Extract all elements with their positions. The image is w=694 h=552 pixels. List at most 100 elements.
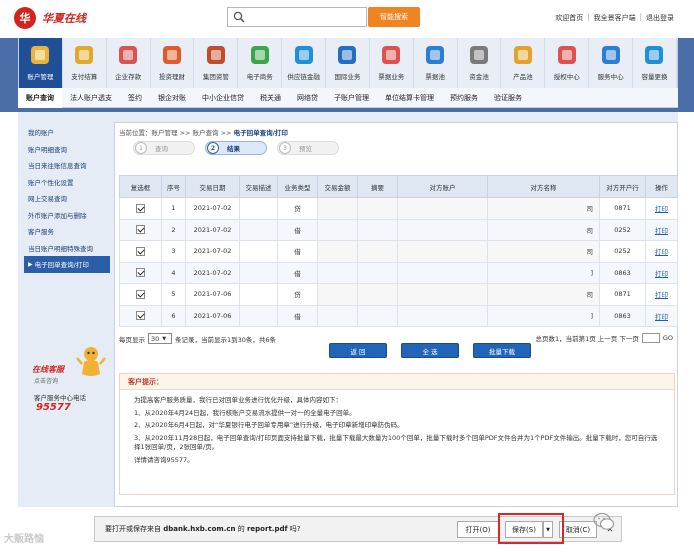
page-number-input[interactable] (641, 333, 660, 343)
top-link-home[interactable]: 欢迎首页 (555, 13, 583, 23)
subnav-item-8[interactable]: 单位结算卡管理 (377, 88, 442, 108)
sidebar-item-8[interactable]: ▶ 电子回单查询/打印 (24, 256, 110, 273)
print-link[interactable]: 打印 (655, 313, 668, 321)
pager-right: 总页数1，当前第1页 上一页 下一页 GO (535, 333, 673, 343)
tip-line: 3、从2020年11月28日起，电子回单查询/打印页面支持批量下载，批量下载最大… (134, 433, 658, 452)
row-counterparty-name: 司 (487, 218, 600, 241)
nav-item-9[interactable]: 票据池 (414, 38, 458, 88)
table-header-row: 复选框 序号 交易日期 交易描述 业务类型 交易金额 摘要 对方账户 对方名称 对方开户行 操作 (119, 175, 678, 198)
sidebar-item-label: 账户个性化设置 (28, 178, 74, 187)
tip-line: 详情请咨询95577。 (134, 455, 194, 464)
row-date: 2021-07-06 (185, 283, 240, 306)
row-description (239, 261, 278, 284)
back-button[interactable]: 返 回 (329, 343, 387, 358)
smart-search-button[interactable]: 智能搜索 (368, 7, 420, 27)
nav-icon (511, 43, 535, 67)
nav-item-14[interactable]: 容量更换 (633, 38, 677, 88)
print-link[interactable]: 打印 (655, 205, 668, 213)
open-button[interactable]: 打开(O) (457, 521, 499, 538)
nav-item-13[interactable]: 服务中心 (589, 38, 634, 88)
row-seq: 5 (161, 283, 186, 306)
top-link-logout[interactable]: 退出登录 (646, 13, 674, 23)
download-prompt: 要打开或保存来自 dbank.hxb.com.cn 的 report.pdf 吗… (105, 524, 300, 534)
subnav-item-2[interactable]: 签约 (120, 88, 150, 108)
print-link[interactable]: 打印 (655, 291, 668, 299)
print-link[interactable]: 打印 (655, 248, 668, 256)
print-link[interactable]: 打印 (655, 227, 668, 235)
sidebar-item-1[interactable]: 账户明细查询 (24, 141, 110, 158)
sidebar-item-7[interactable]: 当日账户明细特殊查询 (24, 240, 110, 257)
search-icon (233, 11, 245, 23)
tip-line: 为提高客户服务质量，我行已对回单业务进行优化升级，具体内容如下： (134, 396, 342, 404)
row-checkbox[interactable] (136, 268, 145, 278)
content-panel: 当前位置：账户管理 >> 账户查询 >> 电子回单查询/打印 1 查询 2 结果 3 预览… (114, 122, 678, 507)
nav-item-10[interactable]: 资金池 (458, 38, 502, 88)
subnav-item-6[interactable]: 网络贷 (289, 88, 326, 108)
row-checkbox[interactable] (136, 203, 145, 213)
help-subtitle[interactable]: 点击咨询 (34, 376, 58, 385)
cancel-button[interactable]: 取消(C) (559, 521, 597, 538)
subnav-item-3[interactable]: 银企对账 (150, 88, 194, 108)
nav-item-7[interactable]: 国际业务 (326, 38, 370, 88)
subnav-item-10[interactable]: 验证服务 (486, 88, 530, 108)
row-counterparty-account (397, 240, 488, 263)
column-header: 交易日期 (185, 175, 240, 198)
help-title[interactable]: 在线客服 (32, 364, 64, 375)
select-all-button[interactable]: 全 选 (401, 343, 459, 358)
sidebar-item-6[interactable]: 客户服务 (24, 223, 110, 240)
pager-total[interactable]: 总页数1，当前第1页 上一页 下一页 (535, 333, 638, 343)
row-action-cell: 打印 (645, 218, 678, 241)
row-checkbox[interactable] (136, 225, 145, 235)
subnav-item-5[interactable]: 税关通 (252, 88, 289, 108)
sidebar-item-0[interactable]: 我的账户 (24, 124, 110, 141)
nav-item-icon (75, 46, 94, 64)
column-header: 交易描述 (239, 175, 278, 198)
column-header: 操作 (645, 175, 678, 198)
bank-logo[interactable]: 华 华夏在线 (14, 6, 134, 30)
nav-item-3[interactable]: 投资理财 (151, 38, 195, 88)
row-counterparty-account (397, 304, 488, 327)
sidebar-item-4[interactable]: 网上交易查询 (24, 190, 110, 207)
row-description (239, 283, 278, 306)
help-card[interactable]: 在线客服 点击咨询 客户服务中心电话 95577 (24, 340, 110, 415)
nav-item-4[interactable]: 集团资管 (194, 38, 239, 88)
print-link[interactable]: 打印 (655, 270, 668, 278)
nav-item-1[interactable]: 支付结算 (63, 38, 107, 88)
subnav-item-4[interactable]: 中小企业信贷 (194, 88, 252, 108)
sidebar-item-2[interactable]: 当日来往账信息查询 (24, 157, 110, 174)
nav-item-12[interactable]: 授权中心 (545, 38, 590, 88)
nav-icon (379, 43, 403, 67)
row-seq: 6 (161, 304, 186, 327)
batch-download-button[interactable]: 批量下载 (473, 343, 531, 358)
top-links: 欢迎首页 | 我全景客户端 | 退出登录 (555, 13, 674, 23)
row-checkbox[interactable] (136, 289, 145, 299)
row-checkbox[interactable] (136, 311, 145, 321)
top-link-client[interactable]: 我全景客户端 (594, 13, 636, 23)
subnav-item-7[interactable]: 子账户管理 (326, 88, 377, 108)
sidebar-item-5[interactable]: 外币账户添加与删除 (24, 207, 110, 224)
pager-left: 每页显示 30 ▼ 条记录，当前显示1到30条，共6条 (119, 333, 276, 344)
subnav-item-1[interactable]: 法人账户透支 (62, 88, 120, 108)
nav-item-label: 国际业务 (334, 73, 361, 81)
nav-item-6[interactable]: 供应链金融 (282, 38, 327, 88)
nav-item-0[interactable]: 账户管理 (19, 38, 63, 88)
row-counterparty-bank: 0863 (599, 304, 646, 327)
go-button[interactable]: GO (663, 334, 673, 342)
nav-item-5[interactable]: 电子商务 (238, 38, 283, 88)
subnav-item-9[interactable]: 预约服务 (442, 88, 486, 108)
nav-item-2[interactable]: 企业存款 (107, 38, 151, 88)
nav-item-label: 授权中心 (553, 73, 580, 81)
row-checkbox[interactable] (136, 246, 145, 256)
nav-item-8[interactable]: 票据业务 (370, 38, 414, 88)
per-page-select[interactable]: 30 ▼ (148, 333, 172, 344)
sidebar-item-3[interactable]: 账户个性化设置 (24, 174, 110, 191)
sidebar-item-label: 外币账户添加与删除 (28, 211, 87, 220)
column-header: 对方账户 (397, 175, 488, 198)
row-counterparty-account (397, 197, 488, 220)
row-summary (357, 283, 398, 306)
search-input[interactable] (227, 7, 367, 27)
nav-item-11[interactable]: 产品池 (501, 38, 546, 88)
subnav-item-0[interactable]: 账户查询 (18, 87, 62, 108)
nav-item-label: 资金池 (469, 73, 489, 81)
row-counterparty-account (397, 261, 488, 284)
